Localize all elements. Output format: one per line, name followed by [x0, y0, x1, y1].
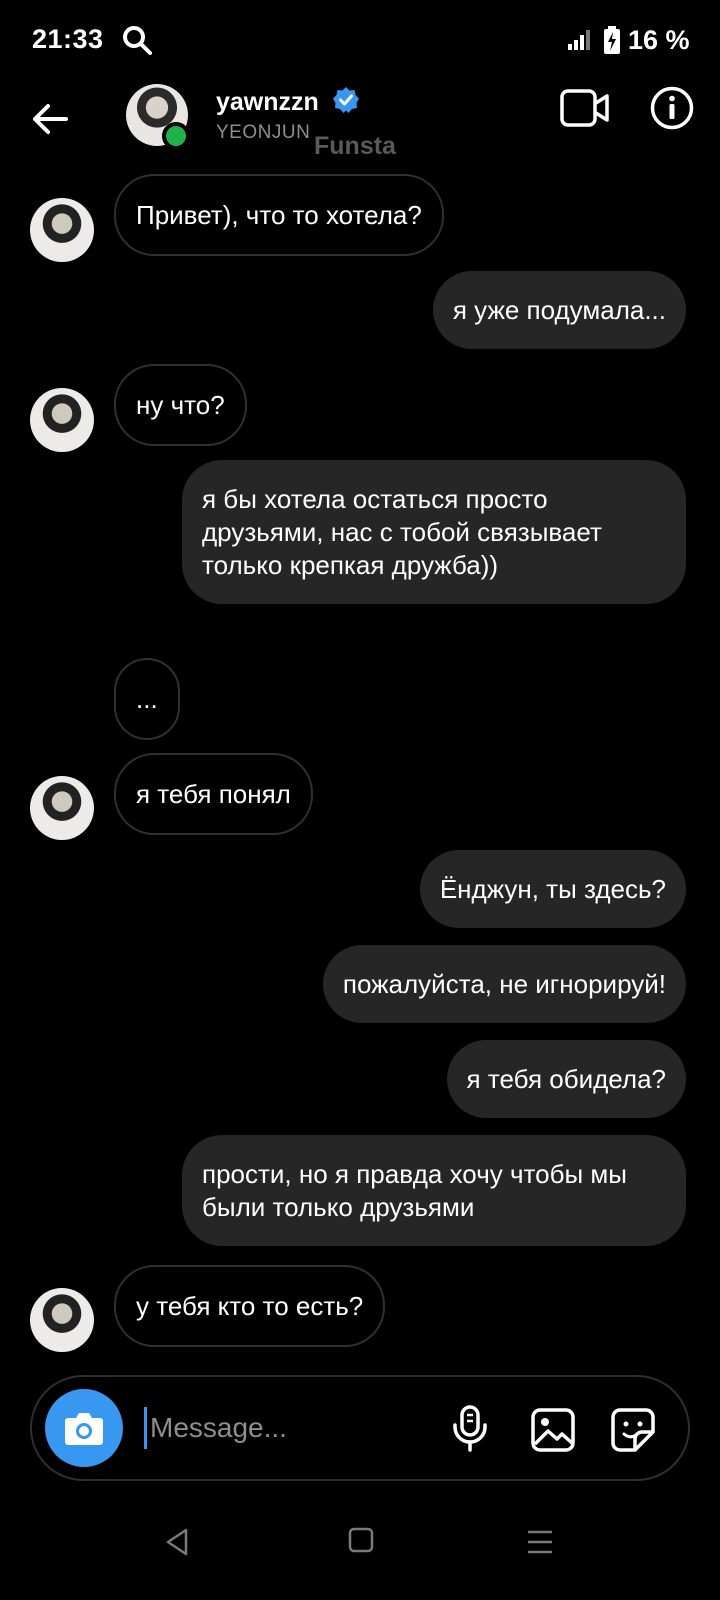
sender-avatar[interactable] [30, 198, 94, 262]
camera-button[interactable] [45, 1389, 123, 1467]
outgoing-message[interactable]: пожалуйста, не игнорируй! [322, 945, 686, 1023]
incoming-message[interactable]: ну что? [114, 364, 247, 446]
online-status-dot [162, 122, 190, 150]
incoming-message[interactable]: у тебя кто то есть? [114, 1265, 386, 1347]
incoming-message[interactable]: ... [114, 658, 180, 740]
nav-back-icon[interactable] [164, 1527, 190, 1562]
signal-icon [568, 30, 592, 55]
outgoing-message[interactable]: я уже подумала... [432, 271, 686, 349]
sender-avatar[interactable] [30, 776, 94, 840]
video-call-icon[interactable] [560, 88, 610, 133]
gallery-icon[interactable] [530, 1407, 576, 1458]
nav-menu-icon[interactable] [526, 1529, 554, 1560]
search-icon[interactable] [122, 25, 152, 60]
status-time: 21:33 [32, 24, 104, 54]
watermark-text: Funsta [314, 132, 396, 160]
sender-avatar[interactable] [30, 1288, 94, 1352]
contact-username[interactable]: yawnzzn [216, 88, 319, 117]
outgoing-message[interactable]: я тебя обидела? [446, 1040, 686, 1118]
incoming-message[interactable]: Привет), что то хотела? [114, 174, 444, 256]
camera-icon [65, 1413, 103, 1445]
contact-avatar[interactable] [126, 84, 190, 150]
info-icon[interactable] [650, 86, 694, 135]
system-nav-bar [0, 1505, 720, 1600]
back-arrow-icon[interactable] [26, 94, 76, 144]
sender-avatar[interactable] [30, 388, 94, 452]
status-bar: 21:33 16 % [0, 0, 720, 80]
microphone-icon[interactable] [450, 1405, 490, 1458]
outgoing-message[interactable]: я бы хотела остаться просто друзьями, на… [182, 460, 686, 604]
sticker-icon[interactable] [610, 1407, 656, 1458]
text-cursor [144, 1407, 147, 1449]
message-composer [30, 1375, 690, 1481]
outgoing-message[interactable]: Ёнджун, ты здесь? [419, 850, 686, 928]
verified-badge-icon [332, 86, 360, 119]
outgoing-message[interactable]: прости, но я правда хочу чтобы мы были т… [182, 1135, 686, 1246]
message-input[interactable] [148, 1405, 432, 1451]
incoming-message[interactable]: я тебя понял [114, 753, 313, 835]
battery-icon [603, 26, 621, 59]
chat-header: yawnzzn YEONJUN Funsta [0, 80, 720, 170]
battery-level: 16 % [628, 25, 690, 55]
contact-fullname: YEONJUN [216, 122, 311, 143]
nav-home-icon[interactable] [348, 1527, 374, 1558]
